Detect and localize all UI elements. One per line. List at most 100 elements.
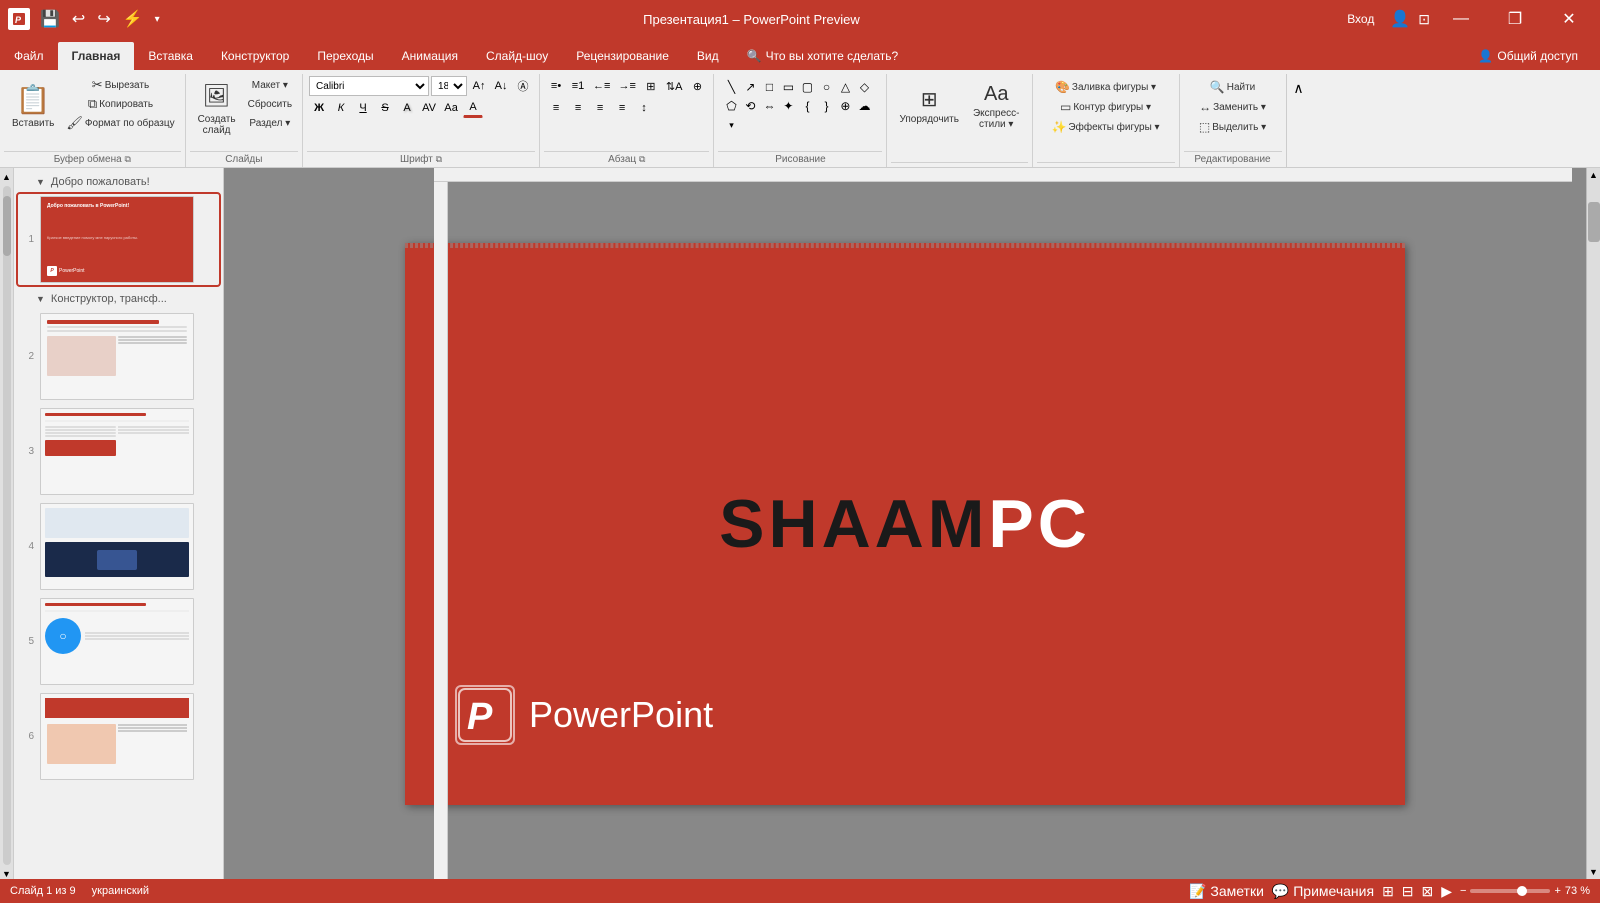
zoom-out-button[interactable]: − bbox=[1460, 885, 1466, 897]
decrease-indent-button[interactable]: ←≡ bbox=[590, 76, 613, 96]
tab-file[interactable]: Файл bbox=[0, 42, 58, 70]
diamond-tool[interactable]: ◇ bbox=[855, 78, 873, 96]
canvas-vertical-scrollbar[interactable]: ▲ ▼ bbox=[1586, 168, 1600, 879]
quick-styles-button[interactable]: Aa Экспресс-стили ▾ bbox=[967, 76, 1026, 136]
smartart-button[interactable]: ⊕ bbox=[687, 76, 707, 96]
slide-item-6[interactable]: 6 bbox=[18, 691, 219, 782]
section-button[interactable]: Раздел ▾ bbox=[244, 114, 296, 132]
justify-button[interactable]: ≡ bbox=[612, 98, 632, 118]
login-button[interactable]: Вход bbox=[1339, 10, 1382, 28]
columns-button[interactable]: ⊞ bbox=[641, 76, 661, 96]
font-color-button[interactable]: А bbox=[463, 98, 483, 118]
notes-button[interactable]: 📝 Заметки bbox=[1189, 883, 1264, 900]
tab-home[interactable]: Главная bbox=[58, 42, 135, 70]
select-button[interactable]: ⬚Выделить ▾ bbox=[1188, 118, 1278, 136]
tab-review[interactable]: Рецензирование bbox=[562, 42, 683, 70]
triangle-tool[interactable]: △ bbox=[836, 78, 854, 96]
case-button[interactable]: Аа bbox=[441, 98, 461, 118]
tab-design[interactable]: Конструктор bbox=[207, 42, 303, 70]
font-grow-button[interactable]: A↑ bbox=[469, 76, 489, 96]
undo-icon[interactable]: ↩ bbox=[68, 7, 89, 31]
italic-button[interactable]: К bbox=[331, 98, 351, 118]
slide-show-button[interactable]: ▶ bbox=[1441, 883, 1452, 900]
tab-slideshow[interactable]: Слайд-шоу bbox=[472, 42, 562, 70]
scroll-down-arrow[interactable]: ▼ bbox=[1587, 865, 1600, 879]
clear-format-button[interactable]: Ⓐ bbox=[513, 76, 533, 96]
arrow-tool[interactable]: ↗ bbox=[741, 78, 759, 96]
more-shapes-btn[interactable]: ▾ bbox=[722, 116, 740, 134]
shape-outline-button[interactable]: ▭Контур фигуры ▾ bbox=[1041, 98, 1171, 116]
zoom-slider[interactable] bbox=[1470, 889, 1550, 893]
comments-button[interactable]: 💬 Примечания bbox=[1272, 883, 1374, 900]
bidirectional-tool[interactable]: ⇔ bbox=[760, 97, 778, 115]
scroll-up-arrow[interactable]: ▲ bbox=[1587, 168, 1600, 182]
minimize-button[interactable]: — bbox=[1438, 0, 1484, 38]
underline-button[interactable]: Ч bbox=[353, 98, 373, 118]
arrange-button[interactable]: ⊞ Упорядочить bbox=[893, 76, 965, 136]
font-family-select[interactable]: Calibri bbox=[309, 76, 429, 96]
expand-icon[interactable]: ▾ bbox=[151, 12, 164, 27]
brace-right-tool[interactable]: } bbox=[817, 97, 835, 115]
slide-item-4[interactable]: 4 bbox=[18, 501, 219, 592]
scroll-up-button[interactable]: ▲ bbox=[2, 172, 11, 182]
reading-view-button[interactable]: ⊠ bbox=[1422, 883, 1434, 900]
copy-button[interactable]: ⧉Копировать bbox=[62, 95, 178, 113]
collapse-ribbon-button[interactable]: ∧ bbox=[1289, 78, 1309, 98]
bullets-button[interactable]: ≡• bbox=[546, 76, 566, 96]
brace-left-tool[interactable]: { bbox=[798, 97, 816, 115]
align-center-button[interactable]: ≡ bbox=[568, 98, 588, 118]
slide-panel-scrollbar[interactable]: ▲ ▼ bbox=[0, 168, 14, 879]
slide-item-5[interactable]: 5 ○ bbox=[18, 596, 219, 687]
tab-share[interactable]: 👤Общий доступ bbox=[1464, 42, 1592, 70]
replace-button[interactable]: ↔Заменить ▾ bbox=[1188, 98, 1278, 116]
paste-button[interactable]: 📋 Вставить bbox=[6, 76, 60, 136]
round-rect-tool[interactable]: ▢ bbox=[798, 78, 816, 96]
cut-button[interactable]: ✂Вырезать bbox=[62, 76, 178, 94]
line-tool[interactable]: ╲ bbox=[722, 78, 740, 96]
normal-view-button[interactable]: ⊞ bbox=[1382, 883, 1394, 900]
tab-view[interactable]: Вид bbox=[683, 42, 733, 70]
find-button[interactable]: 🔍Найти bbox=[1188, 78, 1278, 96]
align-right-button[interactable]: ≡ bbox=[590, 98, 610, 118]
slide-sorter-button[interactable]: ⊟ bbox=[1402, 883, 1414, 900]
maximize-button[interactable]: ❐ bbox=[1492, 0, 1538, 38]
tab-transitions[interactable]: Переходы bbox=[303, 42, 387, 70]
plus-tool[interactable]: ⊕ bbox=[836, 97, 854, 115]
scroll-thumb[interactable] bbox=[1588, 202, 1600, 242]
curved-arrow-tool[interactable]: ⟲ bbox=[741, 97, 759, 115]
save-icon[interactable]: 💾 bbox=[36, 7, 64, 31]
strikethrough-button[interactable]: S bbox=[375, 98, 395, 118]
increase-indent-button[interactable]: →≡ bbox=[615, 76, 638, 96]
slide-canvas[interactable]: SHAAMPC P PowerPoint bbox=[405, 243, 1405, 805]
font-size-select[interactable]: 18 bbox=[431, 76, 467, 96]
font-shrink-button[interactable]: A↓ bbox=[491, 76, 511, 96]
align-left-button[interactable]: ≡ bbox=[546, 98, 566, 118]
bold-button[interactable]: Ж bbox=[309, 98, 329, 118]
tab-animation[interactable]: Анимация bbox=[388, 42, 472, 70]
line-spacing-button[interactable]: ↕ bbox=[634, 98, 654, 118]
shadow-button[interactable]: А bbox=[397, 98, 417, 118]
close-button[interactable]: ✕ bbox=[1546, 0, 1592, 38]
slide-item-1[interactable]: 1 Добро пожаловать в PowerPoint! Краткое… bbox=[18, 194, 219, 285]
text-direction-button[interactable]: ⇅A bbox=[663, 76, 686, 96]
cloud-tool[interactable]: ☁ bbox=[855, 97, 873, 115]
slide-item-3[interactable]: 3 bbox=[18, 406, 219, 497]
new-slide-button[interactable]: 🖼 Создать слайд bbox=[192, 76, 242, 140]
rect2-tool[interactable]: ▭ bbox=[779, 78, 797, 96]
layout-button[interactable]: Макет ▾ bbox=[244, 76, 296, 94]
star-tool[interactable]: ✦ bbox=[779, 97, 797, 115]
tab-search[interactable]: 🔍 Что вы хотите сделать? bbox=[733, 42, 913, 70]
reset-button[interactable]: Сбросить bbox=[244, 95, 296, 113]
numbers-button[interactable]: ≡1 bbox=[568, 76, 588, 96]
shape-fill-button[interactable]: 🎨Заливка фигуры ▾ bbox=[1041, 78, 1171, 96]
customize-icon[interactable]: ⚡ bbox=[119, 7, 147, 31]
rect-tool[interactable]: □ bbox=[760, 78, 778, 96]
oval-tool[interactable]: ○ bbox=[817, 78, 835, 96]
pentagon-tool[interactable]: ⬠ bbox=[722, 97, 740, 115]
slide-item-2[interactable]: 2 bbox=[18, 311, 219, 402]
zoom-in-button[interactable]: + bbox=[1554, 885, 1560, 897]
tab-insert[interactable]: Вставка bbox=[134, 42, 207, 70]
redo-icon[interactable]: ↪ bbox=[93, 7, 114, 31]
shape-effects-button[interactable]: ✨Эффекты фигуры ▾ bbox=[1041, 118, 1171, 136]
spacing-button[interactable]: AV bbox=[419, 98, 439, 118]
